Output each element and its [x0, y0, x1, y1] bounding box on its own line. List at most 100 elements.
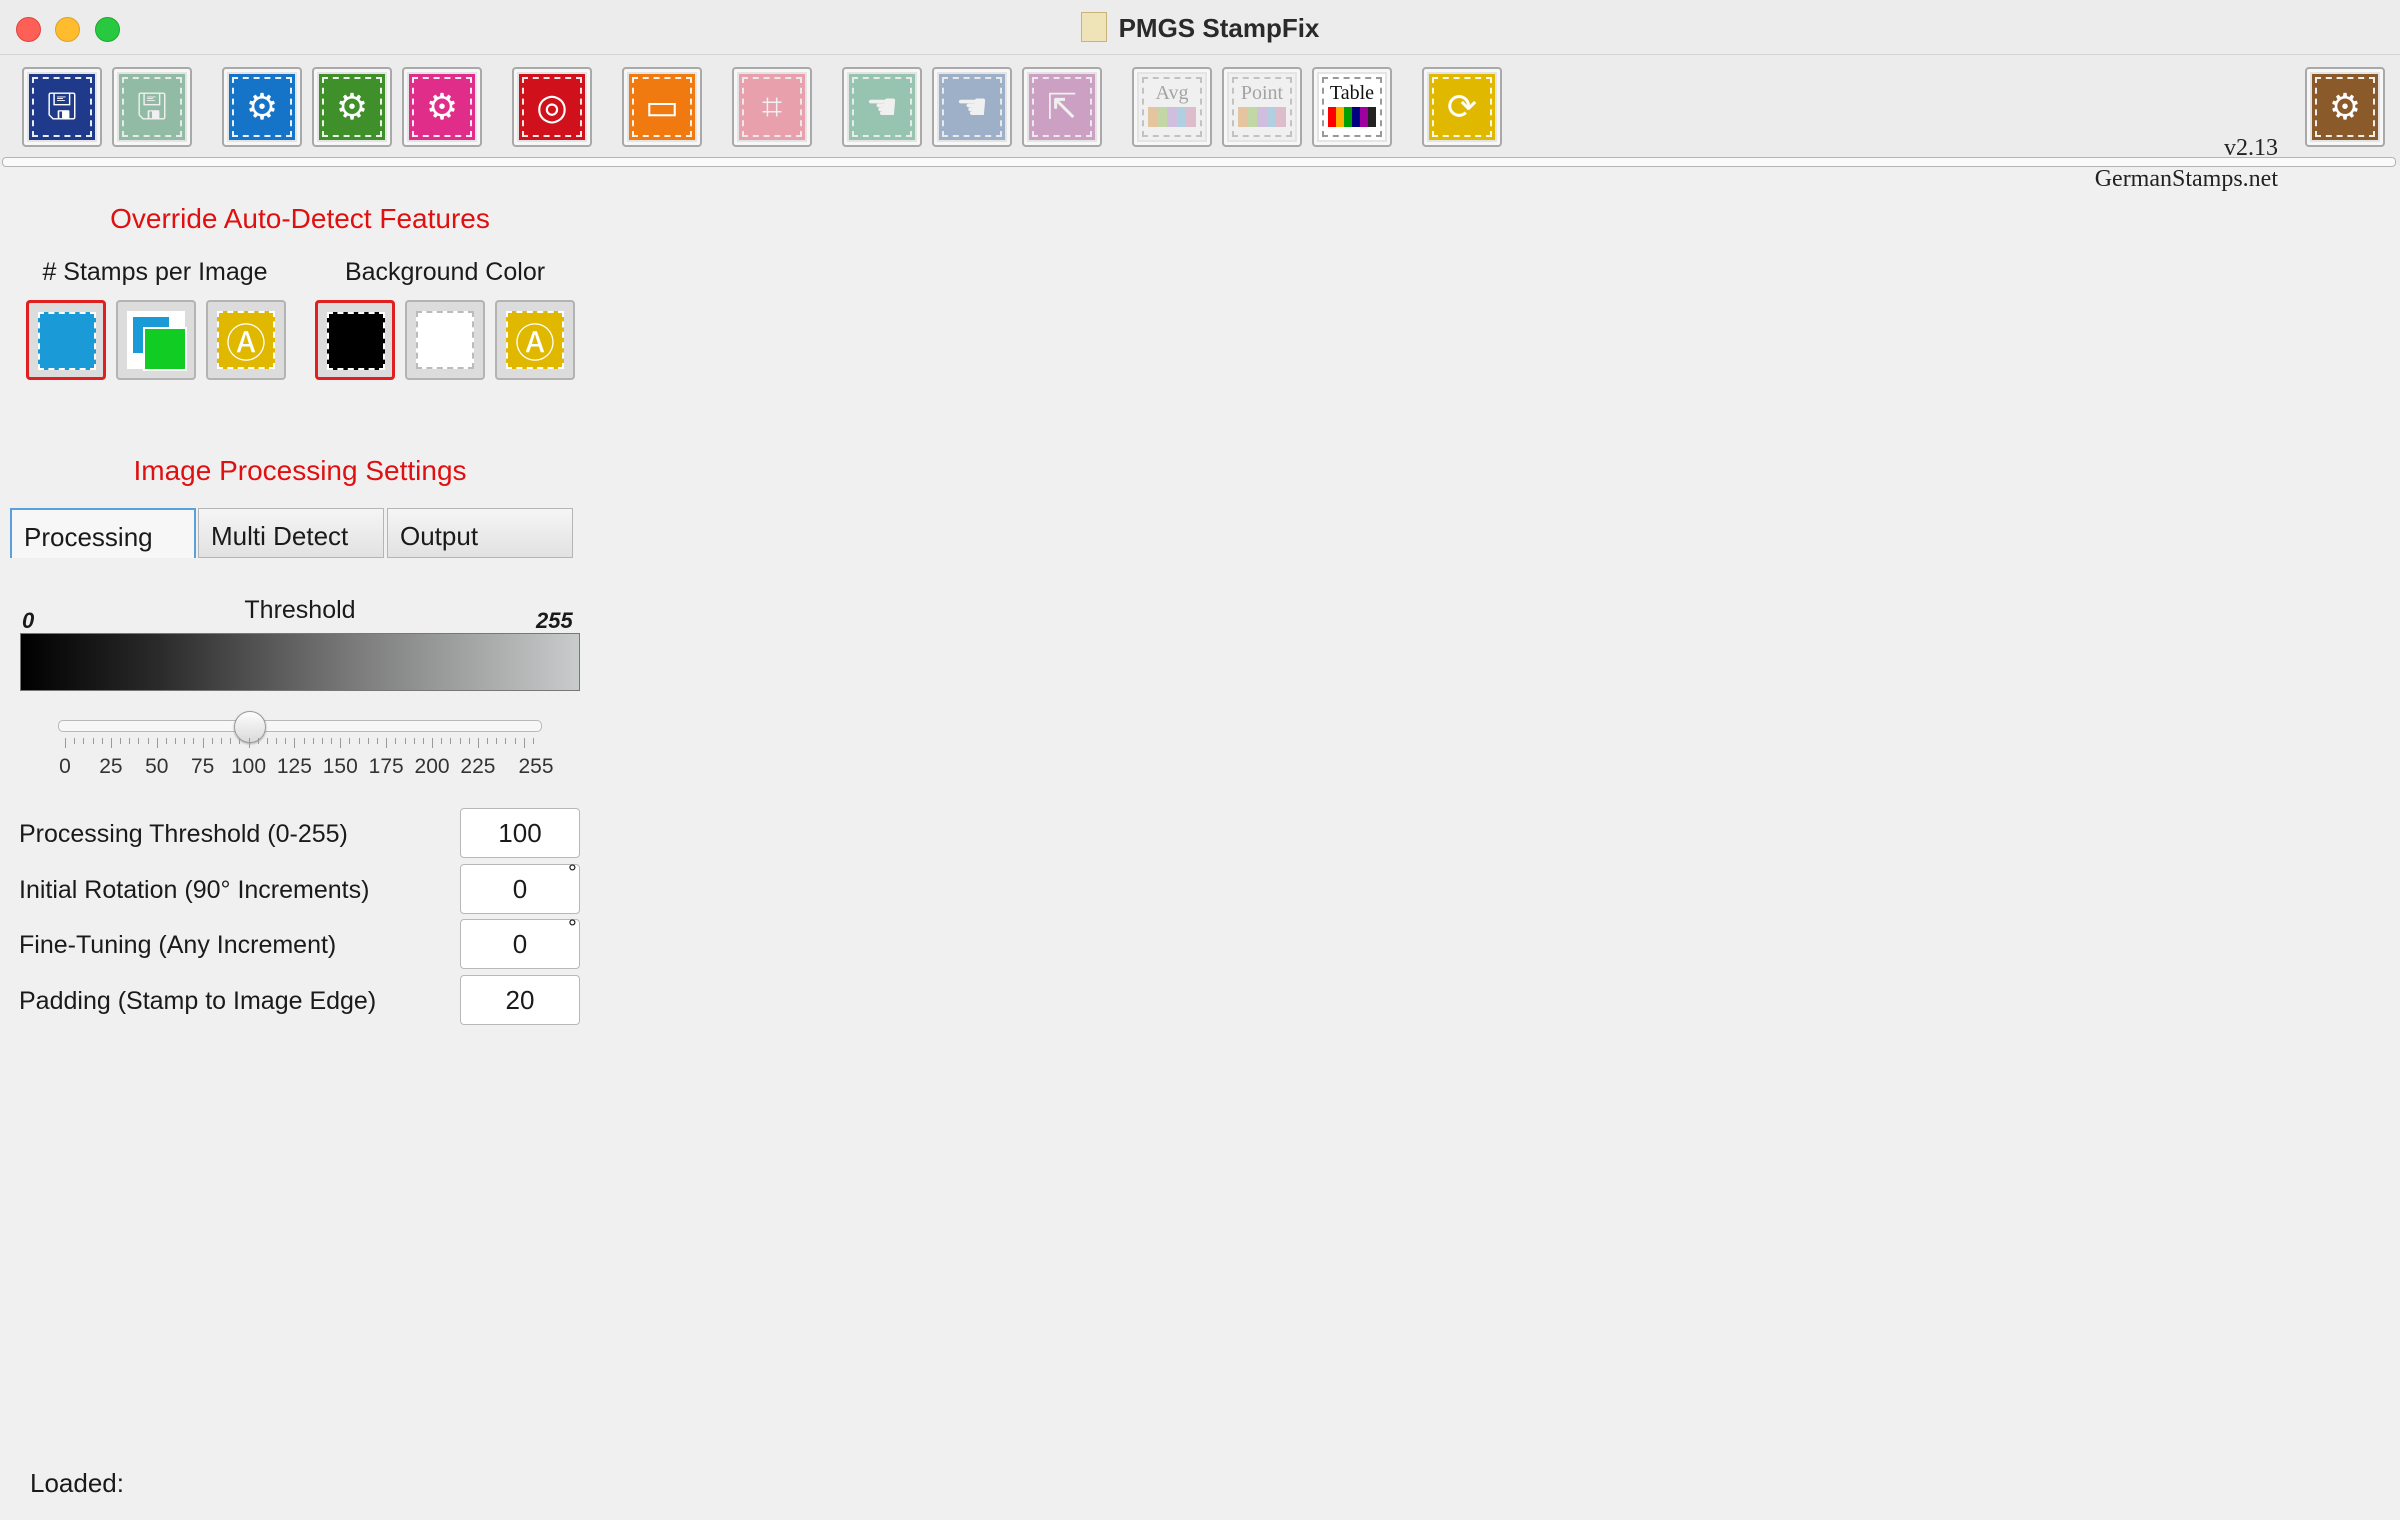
process-upload-button[interactable]: ⚙: [222, 67, 302, 147]
open-file-button[interactable]: 🖫: [22, 67, 102, 147]
multi-stamp-option[interactable]: [116, 300, 196, 380]
tab-processing[interactable]: Processing: [10, 508, 196, 558]
threshold-min-label: 0: [22, 608, 35, 633]
slider-tick-mark: [165, 738, 167, 744]
slider-tick-mark: [468, 738, 470, 744]
black-background-option[interactable]: [315, 300, 395, 380]
auto-icon: Ⓐ: [226, 322, 266, 366]
slider-tick-mark: [514, 738, 516, 744]
front-stamp-icon: [143, 327, 187, 371]
settings-icon: ⚙: [2328, 86, 2362, 127]
slider-tick-label: 225: [460, 755, 496, 778]
title-bar: PMGS StampFix: [0, 0, 2400, 55]
slider-tick-mark: [276, 738, 278, 744]
processing-heading: Image Processing Settings: [133, 455, 467, 486]
slider-tick-mark: [147, 738, 149, 744]
slider-tick-mark: [340, 738, 342, 748]
slider-tick-mark: [266, 738, 268, 744]
single-stamp-swatch: [38, 312, 96, 370]
slider-tick-mark: [285, 738, 287, 744]
table-color-label: Table: [1329, 82, 1375, 104]
auto-stamp-option[interactable]: Ⓐ: [206, 300, 286, 380]
slider-tick-mark: [230, 738, 232, 744]
export-button[interactable]: ⇱: [1022, 67, 1102, 147]
save-file-button[interactable]: 🖫: [112, 67, 192, 147]
field-input[interactable]: 100: [460, 808, 580, 858]
auto-background-swatch: Ⓐ: [506, 311, 564, 369]
pointer-remove-icon: ☚: [865, 86, 899, 127]
field-label: Fine-Tuning (Any Increment): [19, 931, 337, 959]
slider-tick-mark: [92, 738, 94, 744]
toolbar: v2.13 GermanStamps.net 🖫 🖫 ⚙ ⚙ ⚙ ◎ ▭ ⌗ ☚ ☚ ⇱ ⟳ ⚙ Avg P…: [0, 55, 2400, 192]
crop-button[interactable]: ⌗: [732, 67, 812, 147]
slider-tick-mark: [156, 738, 158, 748]
process-cycle-button[interactable]: ⚙: [402, 67, 482, 147]
slider-tick-mark: [349, 738, 351, 744]
avg-color-button[interactable]: Avg: [1132, 67, 1212, 147]
display-button[interactable]: ▭: [622, 67, 702, 147]
slider-tick-mark: [496, 738, 498, 744]
export-icon: ⇱: [1046, 86, 1078, 127]
field-input[interactable]: 20: [460, 975, 580, 1025]
color-bars-icon: [1328, 107, 1376, 127]
save-file-icon: 🖫: [136, 86, 168, 127]
field-label: Padding (Stamp to Image Edge): [19, 987, 377, 1015]
pointer-add-icon: ☚: [955, 86, 989, 127]
tab-multi-detect[interactable]: Multi Detect: [198, 508, 384, 558]
slider-tick-mark: [422, 738, 424, 744]
crop-icon: ⌗: [761, 86, 783, 127]
slider-tick-mark: [404, 738, 406, 744]
slider-tick-mark: [110, 738, 112, 748]
threshold-gradient: [20, 633, 580, 691]
field-input[interactable]: 0: [460, 919, 580, 969]
point-color-button[interactable]: Point: [1222, 67, 1302, 147]
slider-tick-mark: [101, 738, 103, 744]
white-background-option[interactable]: [405, 300, 485, 380]
slider-tick-mark: [83, 738, 85, 744]
field-input[interactable]: 0: [460, 864, 580, 914]
slider-tick-mark: [533, 738, 534, 744]
site-label: GermanStamps.net: [2094, 166, 2278, 192]
settings-button[interactable]: ⚙: [2305, 67, 2385, 147]
slider-tick-mark: [377, 738, 378, 744]
app-icon: [1080, 12, 1107, 42]
slider-tick-mark: [321, 738, 323, 744]
process-download-icon: ⚙: [335, 86, 369, 127]
table-color-button[interactable]: Table: [1312, 67, 1392, 147]
slider-tick-mark: [202, 738, 204, 748]
pointer-add-button[interactable]: ☚: [932, 67, 1012, 147]
slider-tick-mark: [175, 738, 177, 744]
slider-tick-mark: [413, 738, 415, 744]
slider-tick-mark: [395, 738, 397, 744]
auto-icon: Ⓐ: [515, 322, 555, 366]
slider-tick-mark: [331, 738, 333, 744]
threshold-slider-track[interactable]: [58, 720, 542, 732]
point-color-label: Point: [1240, 82, 1284, 104]
slider-tick-mark: [211, 738, 213, 744]
open-file-icon: 🖫: [46, 86, 78, 127]
status-loaded: Loaded:: [30, 1468, 124, 1498]
single-stamp-option[interactable]: [26, 300, 106, 380]
multi-stamp-swatch: [127, 311, 187, 371]
window-title: PMGS StampFix: [0, 12, 2400, 44]
pointer-remove-button[interactable]: ☚: [842, 67, 922, 147]
color-bars-icon: [1148, 107, 1196, 127]
black-background-swatch: [327, 312, 385, 370]
threshold-slider-thumb[interactable]: [233, 711, 266, 743]
target-icon: ◎: [536, 86, 568, 127]
field-label: Initial Rotation (90° Increments): [19, 876, 370, 904]
degree-unit: °: [568, 860, 577, 885]
slider-tick-mark: [221, 738, 222, 744]
target-button[interactable]: ◎: [512, 67, 592, 147]
slider-tick-mark: [312, 738, 314, 744]
process-download-button[interactable]: ⚙: [312, 67, 392, 147]
slider-tick-mark: [358, 738, 360, 744]
white-background-swatch: [416, 311, 474, 369]
tab-output[interactable]: Output: [387, 508, 573, 558]
auto-background-option[interactable]: Ⓐ: [495, 300, 575, 380]
refresh-button[interactable]: ⟳: [1422, 67, 1502, 147]
background-color-label: Background Color: [344, 258, 546, 286]
avg-color-label: Avg: [1155, 82, 1189, 104]
slider-tick-mark: [184, 738, 186, 744]
refresh-icon: ⟳: [1446, 86, 1478, 127]
